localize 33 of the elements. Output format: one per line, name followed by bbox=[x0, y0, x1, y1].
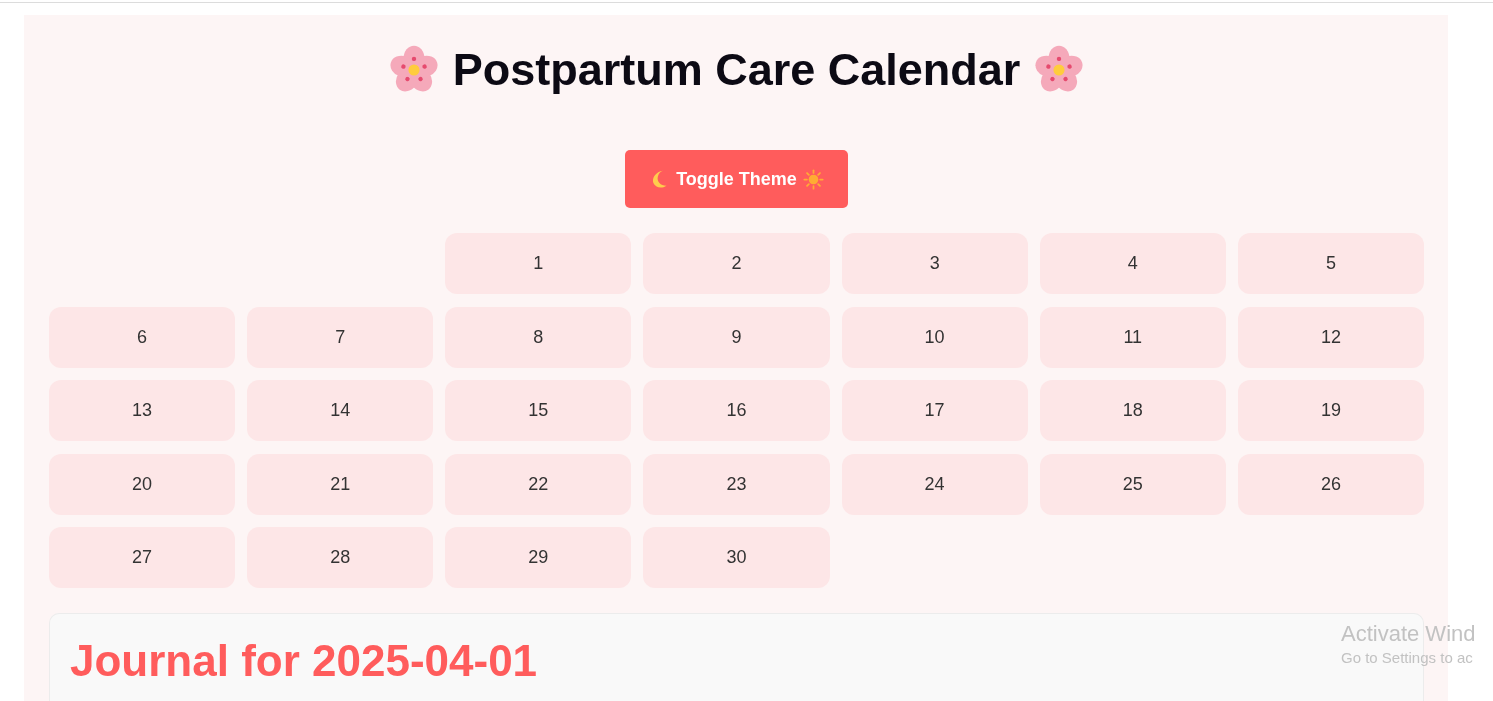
sun-icon bbox=[802, 168, 824, 190]
calendar-day[interactable]: 15 bbox=[445, 380, 632, 441]
calendar-day[interactable]: 16 bbox=[643, 380, 830, 441]
calendar-day[interactable]: 21 bbox=[247, 453, 434, 515]
calendar-day[interactable]: 29 bbox=[445, 527, 632, 588]
calendar-day[interactable]: 25 bbox=[1039, 453, 1226, 515]
calendar-day[interactable]: 3 bbox=[841, 233, 1028, 294]
calendar-day[interactable]: 22 bbox=[445, 453, 632, 515]
calendar-day[interactable]: 24 bbox=[841, 453, 1028, 515]
calendar-day[interactable]: 17 bbox=[841, 380, 1028, 441]
calendar-day[interactable]: 28 bbox=[247, 527, 434, 588]
page-title: Postpartum Care Calendar bbox=[452, 43, 1021, 97]
calendar-day[interactable]: 26 bbox=[1237, 453, 1424, 515]
calendar-day[interactable]: 14 bbox=[247, 380, 434, 441]
calendar-day[interactable]: 20 bbox=[49, 453, 236, 515]
calendar-day[interactable]: 11 bbox=[1039, 306, 1226, 368]
calendar-day[interactable]: 7 bbox=[247, 306, 434, 368]
calendar-day[interactable]: 2 bbox=[643, 233, 830, 294]
calendar-day[interactable]: 12 bbox=[1237, 306, 1424, 368]
calendar-day[interactable]: 6 bbox=[49, 306, 236, 368]
calendar-day[interactable]: 5 bbox=[1237, 233, 1424, 294]
calendar-day[interactable]: 10 bbox=[841, 306, 1028, 368]
calendar-day[interactable]: 23 bbox=[643, 453, 830, 515]
calendar-day[interactable]: 13 bbox=[49, 380, 236, 441]
calendar-day[interactable]: 30 bbox=[643, 527, 830, 588]
calendar-day[interactable]: 9 bbox=[643, 306, 830, 368]
calendar-day[interactable]: 18 bbox=[1039, 380, 1226, 441]
calendar-day[interactable]: 8 bbox=[445, 306, 632, 368]
calendar-day[interactable]: 1 bbox=[445, 233, 632, 294]
journal-heading: Journal for 2025-04-01 bbox=[70, 635, 538, 687]
calendar-day[interactable]: 19 bbox=[1237, 380, 1424, 441]
calendar-day[interactable]: 4 bbox=[1039, 233, 1226, 294]
calendar-day[interactable]: 27 bbox=[49, 527, 236, 588]
